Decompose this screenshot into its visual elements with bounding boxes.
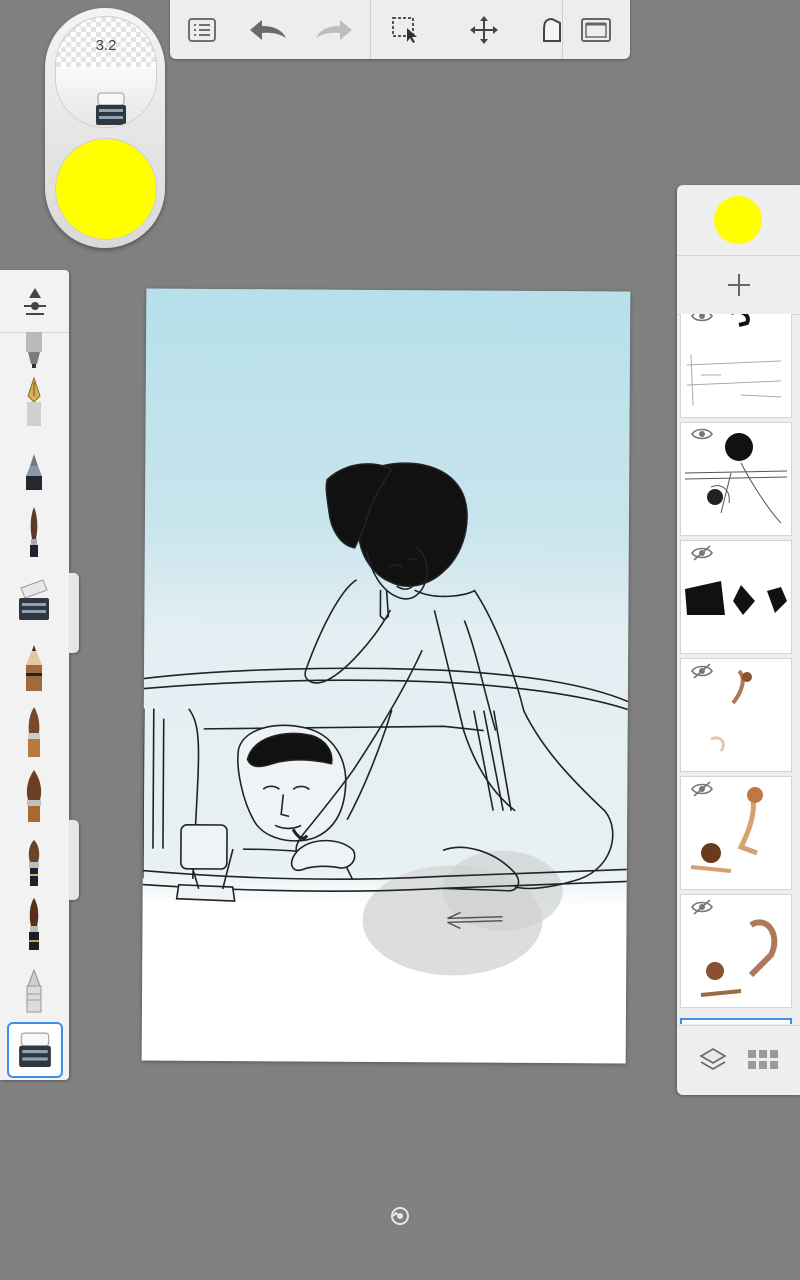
layer-thumbnail-selected[interactable] (680, 1018, 792, 1024)
selection-icon[interactable] (384, 8, 428, 52)
drawing-canvas[interactable] (141, 288, 631, 1064)
layer-thumbnail[interactable] (680, 894, 792, 1008)
brush-puck[interactable]: 3.2 (45, 8, 165, 248)
brush-size-label: 3.2 (95, 37, 117, 54)
plus-icon (727, 274, 750, 296)
hidden-eye-icon[interactable] (691, 545, 713, 566)
fullscreen-icon[interactable] (574, 8, 618, 52)
visibility-eye-icon[interactable] (691, 314, 713, 328)
layer-list[interactable] (677, 314, 800, 1024)
artwork (141, 462, 629, 976)
fill-icon[interactable] (534, 8, 562, 52)
layers-footer (677, 1025, 800, 1096)
hard-eraser-icon[interactable] (7, 1022, 63, 1078)
layer-thumbnail[interactable] (680, 314, 792, 418)
flat-brush-icon[interactable] (12, 766, 56, 826)
ballpoint-pen-icon[interactable] (12, 442, 56, 502)
ink-brush-icon[interactable] (12, 894, 56, 954)
hidden-eye-icon[interactable] (691, 899, 713, 920)
layers-panel (677, 185, 800, 1095)
top-toolbar (170, 0, 630, 59)
airbrush-icon[interactable] (12, 962, 56, 1022)
marker-icon[interactable] (12, 332, 56, 372)
layer-thumbnail[interactable] (680, 540, 792, 654)
round-brush-icon[interactable] (12, 832, 56, 892)
undo-icon[interactable] (246, 8, 290, 52)
paint-brush-icon[interactable] (12, 702, 56, 762)
hard-eraser-icon (96, 92, 126, 125)
layer-thumbnail[interactable] (680, 776, 792, 890)
fine-brush-icon[interactable] (12, 502, 56, 562)
layers-icon[interactable] (695, 1042, 731, 1078)
canvas-reset-icon[interactable] (389, 1205, 411, 1227)
layer-thumbnail[interactable] (680, 658, 792, 772)
add-layer-button[interactable] (677, 255, 800, 315)
brush-properties-icon[interactable] (0, 270, 69, 333)
color-puck[interactable] (55, 138, 157, 240)
fountain-pen-icon[interactable] (12, 372, 56, 432)
pencil-icon[interactable] (12, 638, 56, 698)
list-icon[interactable] (180, 8, 224, 52)
eraser-icon[interactable] (12, 570, 56, 630)
hidden-eye-icon[interactable] (691, 663, 713, 684)
visibility-eye-icon[interactable] (691, 427, 713, 446)
redo-icon[interactable] (312, 8, 356, 52)
layer-thumbnail[interactable] (680, 422, 792, 536)
panel-handle-bottom[interactable] (69, 820, 79, 900)
brush-size-puck[interactable]: 3.2 (55, 16, 157, 128)
transform-icon[interactable] (462, 8, 506, 52)
brush-library (0, 270, 69, 1080)
panel-handle-top[interactable] (69, 573, 79, 653)
hidden-eye-icon[interactable] (691, 781, 713, 802)
grid-icon[interactable] (745, 1042, 781, 1078)
layer-color-swatch[interactable] (714, 196, 762, 244)
